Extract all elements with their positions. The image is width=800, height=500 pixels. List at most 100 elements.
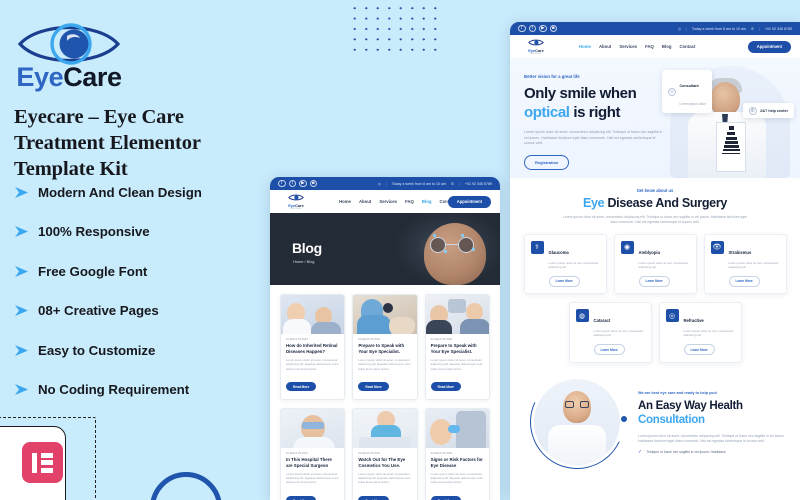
post-excerpt: Lorem ipsum dolor sit amet, consectetur … — [358, 358, 411, 371]
post-title[interactable]: In This Hospital There are Special Surge… — [286, 457, 339, 469]
nav-item-home[interactable]: Home — [579, 44, 591, 49]
post-date: 22 March 25 2024 — [358, 451, 380, 455]
arrow-right-icon — [14, 383, 38, 396]
nav-item-contact[interactable]: Contact — [679, 44, 695, 49]
disease-card[interactable]: 👁 Strabismus Lorem ipsum dolor sit met, … — [703, 233, 787, 295]
disease-section: Get know about us Eye Disease And Surger… — [510, 178, 800, 363]
learn-more-button[interactable]: Learn More — [728, 275, 760, 287]
feature-item: 100% Responsive — [14, 217, 270, 247]
eye-chart — [716, 122, 746, 172]
phone-icon: ✆ — [450, 181, 454, 186]
consultant-badge-title: Consultant — [679, 83, 699, 88]
blog-page-mockup[interactable]: f t ▶ ◙ ◷ | Today a week from 8 am to 10… — [270, 177, 500, 500]
read-more-button[interactable]: Read More — [430, 496, 461, 500]
instagram-icon[interactable]: ◙ — [309, 179, 317, 188]
blog-post-card[interactable]: 22 March 25 2024 How do Inherited Retina… — [280, 294, 346, 400]
dot-decoration — [621, 415, 627, 422]
home-nav-menu[interactable]: Home About Services FAQ Blog Contact — [579, 44, 695, 49]
blog-row: 22 March 25 2024 How do Inherited Retina… — [280, 294, 490, 400]
hero-person-photo — [424, 223, 486, 285]
social-links[interactable]: f t ▶ ◙ — [518, 24, 557, 33]
disease-card[interactable]: ◉ Amblyopia Lorem ipsum dolor sit met, c… — [613, 233, 697, 295]
youtube-icon[interactable]: ▶ — [299, 179, 307, 188]
consultation-text: We are best eye care and ready to help y… — [638, 391, 788, 455]
learn-more-button[interactable]: Learn More — [548, 275, 580, 287]
nav-item-faq[interactable]: FAQ — [645, 44, 654, 49]
youtube-icon[interactable]: ▶ — [539, 24, 547, 33]
post-thumbnail — [353, 295, 417, 334]
read-more-button[interactable]: Read More — [286, 496, 317, 500]
post-date: 22 March 25 2024 — [286, 338, 308, 341]
blog-post-card[interactable]: 22 March 25 2024 Watch Out for The Eye C… — [352, 407, 418, 500]
nav-item-about[interactable]: About — [359, 199, 371, 204]
consultation-eyebrow: We are best eye care and ready to help y… — [638, 390, 718, 395]
nav-logo-tagline: EYE CLINIC — [530, 52, 542, 55]
facebook-icon[interactable]: f — [518, 24, 526, 33]
facebook-icon[interactable]: f — [278, 179, 286, 188]
read-more-button[interactable]: Read More — [430, 382, 461, 392]
nav-item-faq[interactable]: FAQ — [405, 199, 414, 204]
disease-card-title: Refractive — [683, 318, 704, 324]
consultant-badge: ☺ Consultant Lorem ipsum dolor — [662, 70, 712, 113]
twitter-icon[interactable]: t — [288, 179, 296, 188]
arrow-right-icon — [14, 225, 38, 238]
doctor-coat — [548, 424, 606, 465]
post-title[interactable]: Prepare to Speak with Your Eye Specialis… — [431, 343, 484, 355]
registration-button[interactable]: Registration — [524, 154, 570, 170]
blog-topbar: f t ▶ ◙ ◷ | Today a week from 8 am to 10… — [270, 177, 500, 190]
consultation-title-line2: Consultation — [638, 414, 705, 427]
breadcrumb: Home / Blog — [293, 259, 315, 264]
blog-post-card[interactable]: 22 March 25 2024 Prepare to Speak with Y… — [424, 294, 490, 400]
feature-list: Modern And Clean Design 100% Responsive … — [14, 177, 270, 414]
post-title[interactable]: Watch Out for The Eye Cosmetics You Use. — [358, 457, 411, 469]
dot-grid-decoration — [349, 3, 441, 55]
learn-more-button[interactable]: Learn More — [593, 344, 625, 356]
help-center-label: 24/7 help center — [760, 108, 788, 113]
social-links[interactable]: f t ▶ ◙ — [278, 179, 317, 188]
nav-item-blog[interactable]: Blog — [662, 44, 672, 49]
home-page-mockup[interactable]: f t ▶ ◙ ◷ | Today a week from 8 am to 10… — [510, 22, 800, 500]
blog-post-card[interactable]: 22 March 25 2024 In This Hospital There … — [280, 407, 346, 500]
post-title[interactable]: Prepare to Speak with Your Eye Specialis… — [358, 343, 411, 355]
twitter-icon[interactable]: t — [528, 24, 536, 33]
appointment-button[interactable]: Appointment — [747, 41, 791, 53]
nav-logo-tagline: EYE CLINIC — [290, 207, 302, 210]
read-more-button[interactable]: Read More — [358, 496, 389, 500]
appointment-button[interactable]: Appointment — [447, 196, 491, 208]
instagram-icon[interactable]: ◙ — [549, 24, 557, 33]
read-more-button[interactable]: Read More — [358, 382, 389, 392]
disease-title: Eye Disease And Surgery — [510, 196, 800, 210]
blog-post-card[interactable]: 22 March 25 2024 Prepare to Speak with Y… — [352, 294, 418, 400]
post-date: 22 March 25 2024 — [286, 451, 308, 455]
nav-item-services[interactable]: Services — [379, 199, 397, 204]
disease-card-title: Strabismus — [728, 249, 752, 255]
post-excerpt: Lorem ipsum dolor sit amet, consectetur … — [430, 471, 484, 485]
glasses-icon: ◎ — [665, 309, 679, 323]
learn-more-button[interactable]: Learn More — [683, 344, 715, 356]
blog-post-card[interactable]: 22 March 25 2024 Signs or Risk Factors f… — [424, 407, 490, 500]
nav-item-home[interactable]: Home — [339, 199, 351, 204]
nav-item-about[interactable]: About — [599, 44, 611, 49]
feature-label: No Coding Requirement — [38, 382, 190, 397]
consultation-paragraph: Lorem ipsum dolor sit amet, consectetur … — [638, 433, 785, 443]
post-title[interactable]: Signs or Risk Factors for Eye Disease — [431, 457, 484, 469]
nav-item-services[interactable]: Services — [619, 44, 637, 49]
blog-nav-menu[interactable]: Home About Services FAQ Blog Contact — [339, 199, 455, 204]
topbar-phone: +01 92 345 6789 — [764, 26, 792, 31]
nav-item-blog[interactable]: Blog — [422, 199, 432, 204]
nav-logo[interactable]: EyeCare EYE CLINIC — [279, 193, 313, 210]
disease-card-text: Lorem ipsum dolor sit met, consectetur a… — [638, 260, 689, 270]
disease-card[interactable]: ◎ Refractive Lorem ipsum dolor sit met, … — [658, 302, 742, 363]
nav-logo[interactable]: EyeCare EYE CLINIC — [519, 38, 553, 55]
post-title[interactable]: How do Inherited Retinal Diseases Happen… — [286, 343, 339, 355]
post-excerpt: Lorem ipsum dolor sit amet, consectetur … — [286, 471, 339, 485]
read-more-button[interactable]: Read More — [286, 382, 317, 392]
learn-more-button[interactable]: Learn More — [638, 275, 670, 287]
disease-card[interactable]: ◍ Cataract Lorem ipsum dolor sit met, co… — [568, 302, 652, 363]
feature-label: Modern And Clean Design — [38, 184, 202, 200]
disease-paragraph: Lorem ipsum dolor sit amet, consectetur … — [563, 215, 747, 225]
feature-label: Easy to Customize — [38, 342, 156, 358]
brand-wordmark: EyeCare — [15, 62, 123, 93]
feature-label: 100% Responsive — [38, 224, 150, 239]
disease-card[interactable]: ⚕ Glaucoma Lorem ipsum dolor sit met, co… — [523, 233, 607, 295]
